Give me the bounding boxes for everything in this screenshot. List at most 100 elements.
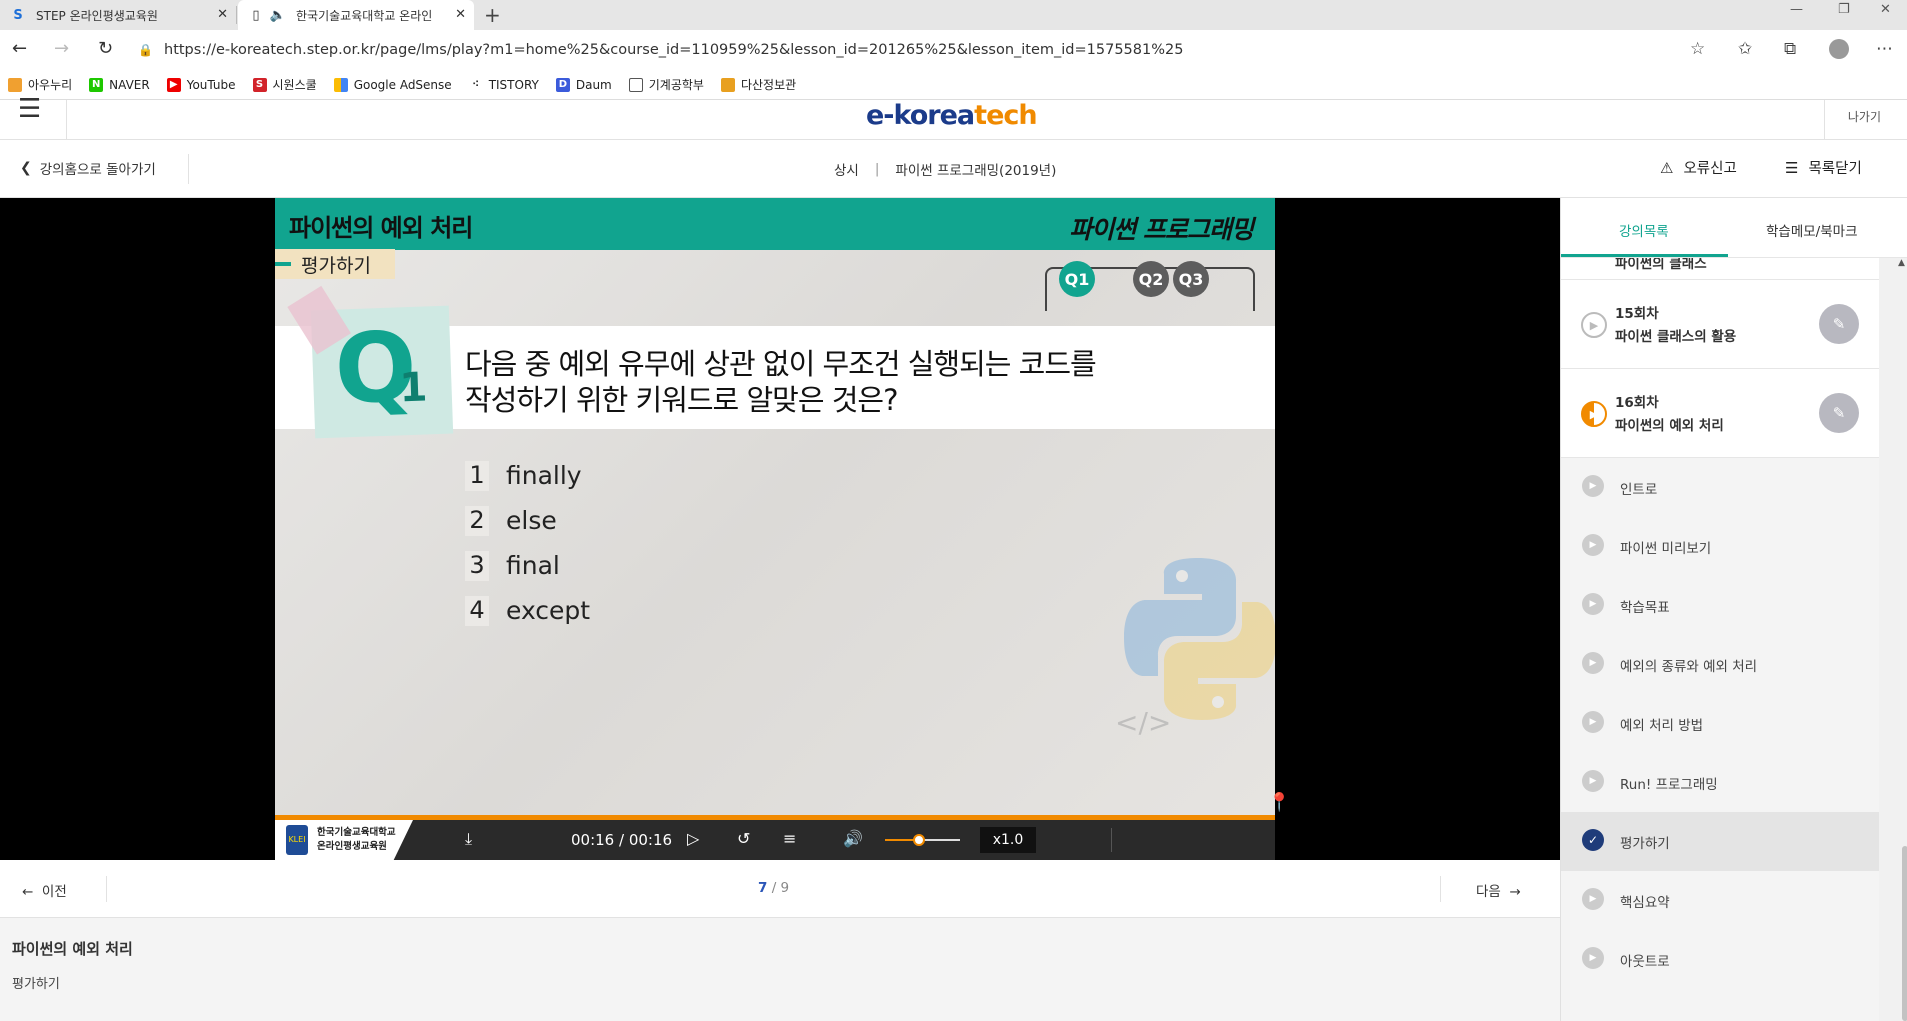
video-player[interactable]: 파이썬의 예외 처리 파이썬 프로그래밍 평가하기 Q1 Q2 Q3 Q 1 다… — [0, 198, 1560, 860]
adsense-icon — [333, 77, 348, 92]
bookmark-tistory[interactable]: ⁖ TISTORY — [469, 78, 539, 92]
pager-divider — [1440, 876, 1441, 902]
volume-knob[interactable] — [912, 834, 925, 846]
session-partial[interactable]: 파이썬의 클래스 — [1561, 258, 1879, 280]
page-navigation: ← 이전 7 / 9 다음 → — [0, 860, 1560, 918]
minimize-icon[interactable]: — — [1790, 2, 1803, 17]
close-tab-icon[interactable]: ✕ — [217, 7, 228, 22]
url-field[interactable]: 🔒 https://e-koreatech.step.or.kr/page/lm… — [138, 35, 1720, 65]
slide-title: 파이썬의 예외 처리 — [289, 214, 473, 242]
bookmark-dasan[interactable]: 다산정보관 — [720, 76, 796, 93]
auunuri-icon — [8, 77, 22, 92]
download-icon[interactable]: ⤓ — [465, 829, 472, 849]
player-controls: KLEI 한국기술교육대학교 온라인평생교육원 ⤓ 00:16 / 00:16 … — [275, 820, 1275, 860]
list-item[interactable]: ▶ 인트로 — [1561, 458, 1879, 517]
course-sidepanel: 강의목록 학습메모/북마크 파이썬의 클래스 ▶ 15회차 파이썬 클래스의 활… — [1560, 198, 1907, 1021]
more-menu-icon[interactable]: ⋯ — [1876, 39, 1893, 59]
bookmark-mech-eng[interactable]: 기계공학부 — [628, 76, 704, 93]
lecture-slide: 파이썬의 예외 처리 파이썬 프로그래밍 평가하기 Q1 Q2 Q3 Q 1 다… — [275, 198, 1275, 815]
play-circle-icon: ▶ — [1582, 711, 1604, 733]
tab-lecture-list[interactable]: 강의목록 — [1619, 220, 1669, 240]
session-15[interactable]: ▶ 15회차 파이썬 클래스의 활용 ✎ — [1561, 280, 1879, 369]
bookmark-siwonschool[interactable]: S 시원스쿨 — [252, 76, 317, 93]
session-16[interactable]: ▶ 16회차 파이썬의 예외 처리 ✎ — [1561, 369, 1879, 458]
list-item[interactable]: ▶ 핵심요약 — [1561, 871, 1879, 930]
list-item[interactable]: ▶ 예외 처리 방법 — [1561, 694, 1879, 753]
siwonschool-icon: S — [252, 77, 267, 92]
favorite-star-icon[interactable]: ☆ — [1690, 39, 1705, 59]
time-display: 00:16 / 00:16 — [571, 831, 673, 849]
volume-slider[interactable] — [885, 834, 960, 846]
favorites-list-icon[interactable]: ✩ — [1738, 39, 1752, 59]
option-3: 3 final — [465, 543, 590, 588]
scroll-up-icon[interactable]: ▲ — [1898, 258, 1905, 268]
slide-header-band: 파이썬의 예외 처리 파이썬 프로그래밍 — [275, 198, 1275, 250]
collections-icon[interactable]: ⧉ — [1784, 39, 1796, 59]
arrow-left-icon: ← — [22, 884, 34, 900]
play-icon[interactable]: ▷ — [687, 829, 699, 848]
check-circle-icon: ✓ — [1582, 829, 1604, 851]
close-list-button[interactable]: ☰ 목록닫기 — [1785, 157, 1862, 178]
lesson-title: 파이썬의 예외 처리 — [12, 940, 133, 958]
klei-emblem: KLEI — [286, 825, 308, 855]
list-item[interactable]: ▶ Run! 프로그래밍 — [1561, 753, 1879, 812]
chevron-left-icon: ❮ — [20, 160, 32, 176]
browser-tab-koreatech[interactable]: ▯ 🔈 한국기술교육대학교 온라인 ✕ — [238, 0, 474, 30]
page-icon — [628, 77, 643, 92]
site-header: ☰ e-koreatech 나가기 — [0, 94, 1907, 140]
lesson-info: 파이썬의 예외 처리 평가하기 — [0, 918, 1560, 1021]
profile-avatar[interactable] — [1829, 39, 1849, 59]
question-badge: Q 1 — [287, 285, 454, 439]
subheader-divider — [188, 154, 189, 184]
refresh-icon[interactable]: ↻ — [98, 38, 113, 59]
q1-dot: Q1 — [1059, 261, 1095, 297]
list-item[interactable]: ▶ 아웃트로 — [1561, 930, 1879, 989]
next-button[interactable]: 다음 → — [1476, 880, 1521, 900]
slide-brand: 파이썬 프로그래밍 — [1069, 215, 1254, 244]
chapter-list-icon[interactable]: ≡ — [783, 829, 796, 848]
list-item[interactable]: ▶ 학습목표 — [1561, 576, 1879, 635]
header-divider — [66, 100, 67, 140]
bookmark-naver[interactable]: N NAVER — [89, 77, 150, 92]
volume-icon[interactable]: 🔊 — [843, 829, 863, 848]
memo-edit-button[interactable]: ✎ — [1819, 393, 1859, 433]
answer-options: 1 finally 2 else 3 final 4 except — [465, 453, 590, 633]
restore-icon[interactable]: ❐ — [1838, 2, 1850, 17]
close-tab-icon[interactable]: ✕ — [455, 7, 466, 22]
playback-speed-button[interactable]: x1.0 — [980, 827, 1036, 853]
window-close-icon[interactable]: ✕ — [1880, 2, 1891, 17]
progress-marker-icon[interactable]: 📍 — [1268, 792, 1290, 813]
tistory-icon: ⁖ — [472, 78, 480, 90]
play-circle-icon: ▶ — [1582, 652, 1604, 674]
list-item[interactable]: ▶ 예외의 종류와 예외 처리 — [1561, 635, 1879, 694]
bookmark-adsense[interactable]: Google AdSense — [333, 77, 452, 92]
tab-memo-bookmark[interactable]: 학습메모/북마크 — [1766, 220, 1858, 240]
back-arrow-icon[interactable]: ← — [12, 38, 27, 59]
replay-icon[interactable]: ↺ — [737, 829, 750, 848]
list-item-current[interactable]: ✓ 평가하기 — [1561, 812, 1879, 871]
browser-tab-step[interactable]: S STEP 온라인평생교육원 ✕ — [0, 0, 236, 30]
forward-arrow-icon[interactable]: → — [54, 38, 69, 59]
memo-edit-button[interactable]: ✎ — [1819, 304, 1859, 344]
prev-button[interactable]: ← 이전 — [22, 880, 67, 900]
course-subheader: ❮ 강의홈으로 돌아가기 상시 | 파이썬 프로그래밍(2019년) ⚠ 오류신… — [0, 140, 1907, 198]
bookmark-auunuri[interactable]: 아우누리 — [8, 76, 72, 93]
speaker-icon[interactable]: 🔈 — [270, 7, 286, 23]
dasan-icon — [720, 77, 735, 92]
browser-tabbar: S STEP 온라인평생교육원 ✕ ▯ 🔈 한국기술교육대학교 온라인 ✕ + … — [0, 0, 1907, 30]
bookmark-daum[interactable]: D Daum — [555, 77, 612, 92]
error-report-button[interactable]: ⚠ 오류신고 — [1660, 157, 1737, 178]
klei-logo: KLEI 한국기술교육대학교 온라인평생교육원 — [275, 820, 413, 860]
url-text: https://e-koreatech.step.or.kr/page/lms/… — [164, 42, 1184, 58]
tab-title: 한국기술교육대학교 온라인 — [296, 8, 433, 23]
scroll-thumb[interactable] — [1902, 846, 1907, 1021]
back-to-course-home-link[interactable]: ❮ 강의홈으로 돌아가기 — [20, 158, 156, 178]
site-logo[interactable]: e-koreatech — [866, 100, 1038, 131]
exit-button[interactable]: 나가기 — [1848, 108, 1881, 125]
bookmark-youtube[interactable]: ▶ YouTube — [166, 77, 236, 92]
list-scrollbar[interactable]: ▲ — [1879, 258, 1907, 1021]
list-item[interactable]: ▶ 파이썬 미리보기 — [1561, 517, 1879, 576]
hamburger-menu-icon[interactable]: ☰ — [18, 94, 41, 124]
new-tab-icon[interactable]: + — [484, 3, 501, 27]
lecture-list: 파이썬의 클래스 ▶ 15회차 파이썬 클래스의 활용 ✎ ▶ 16회차 파이썬… — [1561, 258, 1879, 1021]
